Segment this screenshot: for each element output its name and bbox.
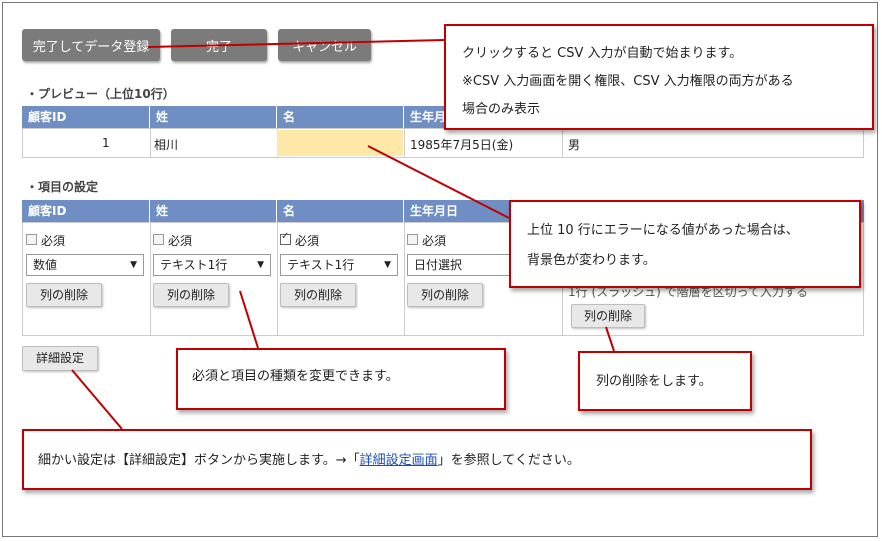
connector-line <box>239 290 259 349</box>
connector-line <box>605 326 615 352</box>
connector-line <box>147 39 445 48</box>
connector-line <box>71 369 123 430</box>
callout-connectors <box>71 39 615 430</box>
connector-line <box>367 145 510 219</box>
